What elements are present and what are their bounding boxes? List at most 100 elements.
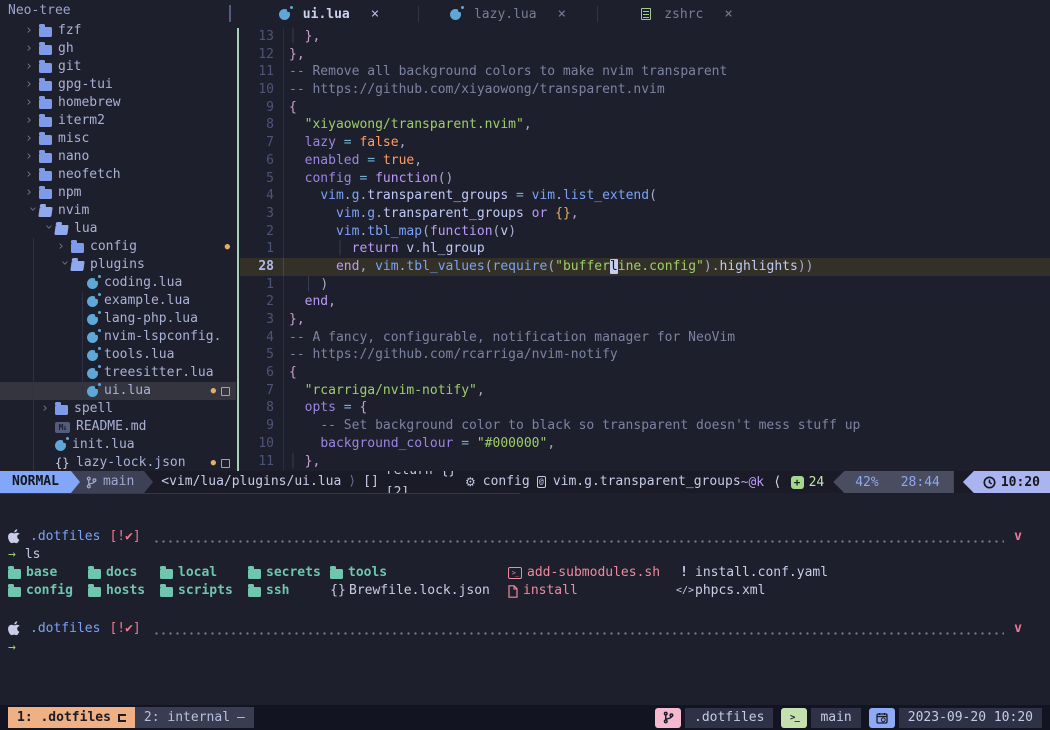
tree-item-nano[interactable]: ›nano	[0, 148, 236, 166]
lua-file-icon	[450, 9, 461, 20]
code-line[interactable]: 1 │ return v.hl_group	[240, 240, 1050, 258]
tree-item-readme-md[interactable]: M↓README.md	[0, 418, 236, 436]
line-number: 8	[240, 116, 274, 134]
line-number: 3	[240, 311, 274, 329]
chevron-right-icon[interactable]: ›	[25, 130, 39, 148]
breadcrumb-item: vim.g.transparent_groups	[553, 471, 741, 493]
tree-item-coding-lua[interactable]: coding.lua	[0, 274, 236, 292]
tab-lazy-lua[interactable]: lazy.lua×	[419, 0, 597, 28]
tree-indent-guide	[33, 238, 34, 471]
neotree-scrollbar[interactable]	[229, 5, 231, 22]
tmux-window-1[interactable]: 1: .dotfiles	[8, 707, 135, 728]
ls-entry: tools	[330, 564, 387, 582]
code-line[interactable]: 3 vim.g.transparent_groups or {},	[240, 205, 1050, 223]
cursor-line[interactable]: →	[8, 639, 1022, 657]
tree-item-lazy-lock-json[interactable]: {}lazy-lock.json●	[0, 454, 236, 471]
tmux-window-2[interactable]: 2: internal –	[135, 707, 254, 728]
chevron-right-icon[interactable]: ›	[25, 112, 39, 130]
code-line[interactable]: 11-- Remove all background colors to mak…	[240, 63, 1050, 81]
tree-item-treesitter-lua[interactable]: treesitter.lua	[0, 364, 236, 382]
code-line[interactable]: 4-- A fancy, configurable, notification …	[240, 329, 1050, 347]
prompt-fill-dots	[153, 540, 1004, 543]
terminal-pane[interactable]: .dotfiles [!✔] v → ls basedocslocalsecre…	[0, 493, 1050, 705]
tree-item-misc[interactable]: ›misc	[0, 130, 236, 148]
code-line[interactable]: 7 lazy = false,	[240, 134, 1050, 152]
code-line[interactable]: 10-- https://github.com/xiyaowong/transp…	[240, 81, 1050, 99]
tree-item-config[interactable]: ›config●	[0, 238, 236, 256]
tree-item-spell[interactable]: ›spell	[0, 400, 236, 418]
close-icon[interactable]: ×	[371, 6, 379, 22]
tab-zshrc[interactable]: zshrc×	[598, 0, 776, 28]
code-line[interactable]: 4 vim.g.transparent_groups = vim.list_ex…	[240, 187, 1050, 205]
code-line[interactable]: 1 │ )	[240, 276, 1050, 294]
code-line[interactable]: 13│ },	[240, 28, 1050, 46]
modified-dot-icon: ●	[211, 382, 216, 400]
tmux-statusbar: 1: .dotfiles 2: internal – .dotfiles >_ …	[0, 705, 1050, 730]
chevron-right-icon[interactable]: ›	[41, 400, 55, 418]
mode-indicator: NORMAL	[0, 471, 71, 493]
tab-ui-lua[interactable]: ui.lua×	[240, 0, 418, 28]
bufferline: ui.lua×lazy.lua×zshrc×	[240, 0, 1050, 28]
code-line[interactable]: 9 -- Set background color to black so tr…	[240, 417, 1050, 435]
chevron-right-icon[interactable]: ›	[25, 22, 39, 40]
scroll-percent: 42%	[855, 475, 878, 490]
chevron-right-icon[interactable]: ›	[25, 148, 39, 166]
code-line[interactable]: 2 vim.tbl_map(function(v)	[240, 223, 1050, 241]
code-line[interactable]: 8 "xiyaowong/transparent.nvim",	[240, 116, 1050, 134]
tree-item-nvim-lspconfig-[interactable]: nvim-lspconfig.	[0, 328, 236, 346]
code-line[interactable]: 9{	[240, 99, 1050, 117]
code-line[interactable]: 6{	[240, 364, 1050, 382]
tree-item-init-lua[interactable]: init.lua	[0, 436, 236, 454]
code-line[interactable]: 3},	[240, 311, 1050, 329]
tree-item-ui-lua[interactable]: ui.lua●	[0, 382, 236, 400]
tree-item-lua[interactable]: ›lua	[0, 220, 236, 238]
tree-item-tools-lua[interactable]: tools.lua	[0, 346, 236, 364]
tree-item-npm[interactable]: ›npm	[0, 184, 236, 202]
code-line[interactable]: 5-- https://github.com/rcarriga/nvim-not…	[240, 346, 1050, 364]
code-line[interactable]: 8 opts = {	[240, 399, 1050, 417]
code-line[interactable]: 11│ },	[240, 453, 1050, 471]
chevron-right-icon[interactable]: ›	[25, 184, 39, 202]
tree-item-plugins[interactable]: ›plugins	[0, 256, 236, 274]
line-number: 4	[240, 187, 274, 205]
tree-item-example-lua[interactable]: example.lua	[0, 292, 236, 310]
code-line[interactable]: 28 end, vim.tbl_values(require("bufferli…	[240, 258, 1050, 276]
markdown-file-icon: M↓	[55, 422, 70, 433]
ls-entry: ssh	[248, 582, 289, 600]
folder-icon	[88, 569, 101, 579]
code-line[interactable]: 10 background_colour = "#000000",	[240, 435, 1050, 453]
tree-item-neofetch[interactable]: ›neofetch	[0, 166, 236, 184]
tree-item-gh[interactable]: ›gh	[0, 40, 236, 58]
chevron-right-icon[interactable]: ›	[25, 58, 39, 76]
ls-entry: </>phpcs.xml	[676, 582, 765, 600]
chevron-right-icon[interactable]: ›	[25, 166, 39, 184]
tree-item-nvim[interactable]: ›nvim	[0, 202, 236, 220]
tree-item-gpg-tui[interactable]: ›gpg-tui	[0, 76, 236, 94]
line-number: 8	[240, 399, 274, 417]
chevron-right-icon[interactable]: ›	[25, 76, 39, 94]
tree-item-lang-php-lua[interactable]: lang-php.lua	[0, 310, 236, 328]
chevron-right-icon[interactable]: ›	[25, 94, 39, 112]
tree-item-git[interactable]: ›git	[0, 58, 236, 76]
close-icon[interactable]: ×	[724, 6, 732, 22]
neotree-sidebar[interactable]: Neo-tree ›fzf›gh›git›gpg-tui›homebrew›it…	[0, 0, 236, 471]
code-line[interactable]: 7 "rcarriga/nvim-notify",	[240, 382, 1050, 400]
code-line[interactable]: 6 enabled = true,	[240, 152, 1050, 170]
code-area[interactable]: 13│ },12},11-- Remove all background col…	[240, 28, 1050, 470]
code-line[interactable]: 2 end,	[240, 293, 1050, 311]
window-separator[interactable]	[237, 28, 239, 471]
tree-item-homebrew[interactable]: ›homebrew	[0, 94, 236, 112]
folder-icon	[39, 135, 52, 145]
tree-item-iterm2[interactable]: ›iterm2	[0, 112, 236, 130]
line-number: 2	[240, 223, 274, 241]
chevron-right-icon[interactable]: ›	[25, 40, 39, 58]
clock-icon	[983, 476, 996, 489]
folder-icon	[55, 405, 68, 415]
code-line[interactable]: 12},	[240, 46, 1050, 64]
close-icon[interactable]: ×	[558, 6, 566, 22]
tree-item-fzf[interactable]: ›fzf	[0, 22, 236, 40]
chevron-right-icon[interactable]: ›	[57, 238, 71, 256]
editor[interactable]: ui.lua×lazy.lua×zshrc× 13│ },12},11-- Re…	[240, 0, 1050, 471]
code-line[interactable]: 5 config = function()	[240, 170, 1050, 188]
git-branch-icon	[655, 708, 681, 728]
